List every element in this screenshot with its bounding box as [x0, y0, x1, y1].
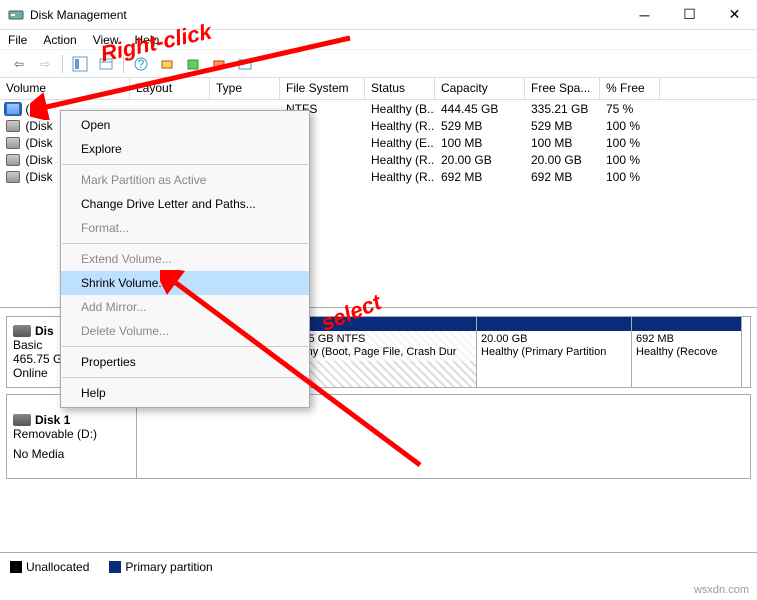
minimize-button[interactable]: ─ — [622, 0, 667, 29]
legend-unallocated: Unallocated — [10, 560, 89, 574]
col-freespace[interactable]: Free Spa... — [525, 78, 600, 99]
tool-icon-4[interactable] — [234, 53, 256, 75]
disk-icon — [13, 325, 31, 337]
help-icon[interactable]: ? — [130, 53, 152, 75]
partition[interactable]: 20.00 GBHealthy (Primary Partition — [477, 317, 632, 387]
close-button[interactable]: ✕ — [712, 0, 757, 29]
window-title: Disk Management — [30, 8, 622, 22]
tool-icon-2[interactable] — [182, 53, 204, 75]
col-type[interactable]: Type — [210, 78, 280, 99]
menu-help[interactable]: Help — [135, 33, 160, 47]
menu-file[interactable]: File — [8, 33, 27, 47]
ctx-change-letter[interactable]: Change Drive Letter and Paths... — [61, 192, 309, 216]
menu-bar: File Action View Help — [0, 30, 757, 50]
ctx-shrink[interactable]: Shrink Volume... — [61, 271, 309, 295]
col-filesystem[interactable]: File System — [280, 78, 365, 99]
maximize-button[interactable]: ☐ — [667, 0, 712, 29]
ctx-delete: Delete Volume... — [61, 319, 309, 343]
col-capacity[interactable]: Capacity — [435, 78, 525, 99]
col-pctfree[interactable]: % Free — [600, 78, 660, 99]
forward-icon[interactable]: ⇨ — [34, 53, 56, 75]
back-icon[interactable]: ⇦ — [8, 53, 30, 75]
show-icon[interactable] — [69, 53, 91, 75]
refresh-icon[interactable] — [95, 53, 117, 75]
col-volume[interactable]: Volume — [0, 78, 130, 99]
partition[interactable]: 692 MBHealthy (Recove — [632, 317, 742, 387]
tool-icon-3[interactable] — [208, 53, 230, 75]
col-layout[interactable]: Layout — [130, 78, 210, 99]
tool-icon-1[interactable] — [156, 53, 178, 75]
app-icon — [8, 7, 24, 23]
ctx-format: Format... — [61, 216, 309, 240]
volume-list-header: Volume Layout Type File System Status Ca… — [0, 78, 757, 100]
ctx-extend: Extend Volume... — [61, 247, 309, 271]
legend-primary: Primary partition — [109, 560, 212, 574]
ctx-open[interactable]: Open — [61, 113, 309, 137]
ctx-help[interactable]: Help — [61, 381, 309, 405]
ctx-properties[interactable]: Properties — [61, 350, 309, 374]
legend: Unallocated Primary partition — [0, 552, 757, 580]
svg-text:?: ? — [138, 57, 145, 71]
title-bar: Disk Management ─ ☐ ✕ — [0, 0, 757, 30]
col-status[interactable]: Status — [365, 78, 435, 99]
watermark: wsxdn.com — [694, 584, 749, 596]
ctx-mark-active: Mark Partition as Active — [61, 168, 309, 192]
menu-view[interactable]: View — [93, 33, 119, 47]
disk-icon — [13, 414, 31, 426]
context-menu: Open Explore Mark Partition as Active Ch… — [60, 110, 310, 408]
ctx-explore[interactable]: Explore — [61, 137, 309, 161]
menu-action[interactable]: Action — [43, 33, 76, 47]
toolbar: ⇦ ⇨ ? — [0, 50, 757, 78]
ctx-mirror: Add Mirror... — [61, 295, 309, 319]
